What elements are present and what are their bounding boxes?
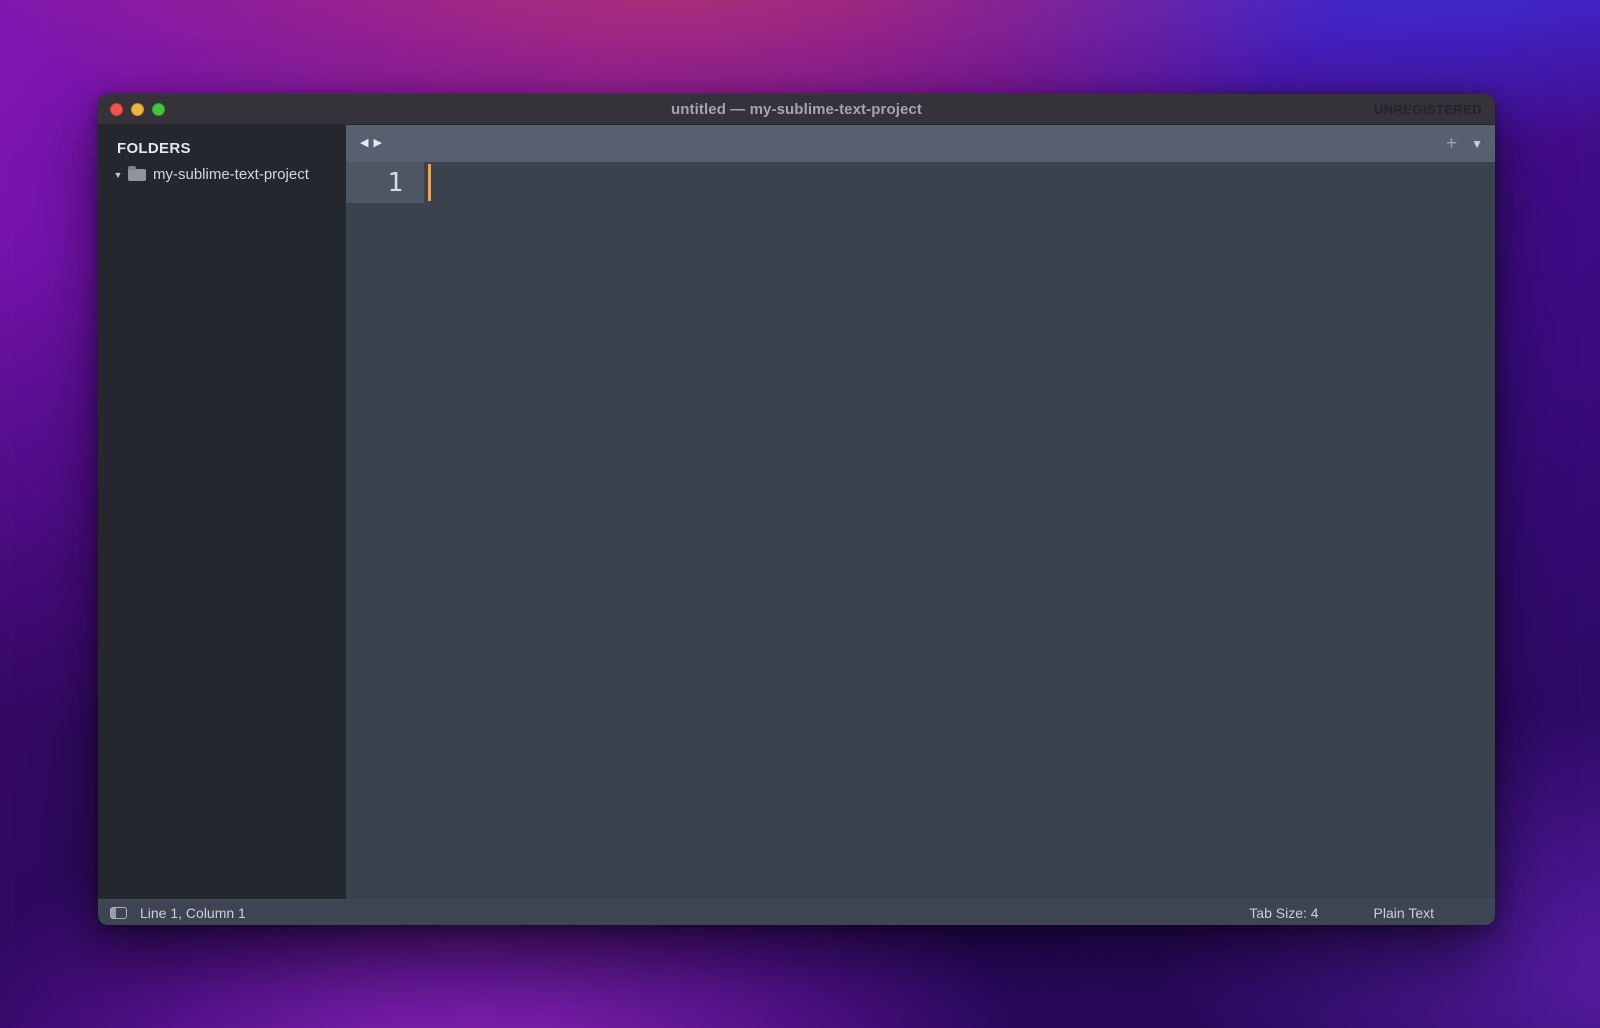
sidebar-item-project-folder[interactable]: ▼ my-sublime-text-project <box>111 166 346 183</box>
syntax-mode-indicator[interactable]: Plain Text <box>1374 905 1434 921</box>
close-button[interactable] <box>110 103 123 116</box>
tab-scroll-left-icon[interactable]: ◀ <box>360 138 368 149</box>
status-bar-left: Line 1, Column 1 <box>110 905 246 921</box>
window-title: untitled — my-sublime-text-project <box>98 101 1495 118</box>
editor-pane: ◀ ▶ + ▼ 1 <box>346 125 1495 899</box>
sublime-text-window: untitled — my-sublime-text-project UNREG… <box>98 94 1495 925</box>
new-tab-icon[interactable]: + <box>1446 134 1457 153</box>
traffic-light-controls <box>110 94 165 124</box>
license-status-label: UNREGISTERED <box>1374 94 1482 124</box>
zoom-button[interactable] <box>152 103 165 116</box>
status-bar: Line 1, Column 1 Tab Size: 4 Plain Text <box>98 899 1495 925</box>
tab-size-indicator[interactable]: Tab Size: 4 <box>1249 905 1318 921</box>
status-bar-right: Tab Size: 4 Plain Text <box>1249 905 1434 921</box>
tab-scroll-arrows: ◀ ▶ <box>360 138 382 149</box>
text-caret <box>428 164 431 201</box>
folder-name-label: my-sublime-text-project <box>153 166 309 183</box>
caret-position-label: Line 1, Column 1 <box>140 905 246 921</box>
disclosure-triangle-icon[interactable]: ▼ <box>111 170 125 180</box>
folder-icon <box>128 169 146 181</box>
minimize-button[interactable] <box>131 103 144 116</box>
line-number-gutter: 1 <box>346 162 424 203</box>
tab-bar: ◀ ▶ + ▼ <box>346 125 1495 162</box>
title-bar[interactable]: untitled — my-sublime-text-project UNREG… <box>98 94 1495 125</box>
folders-section-header: FOLDERS <box>117 140 346 157</box>
window-body: FOLDERS ▼ my-sublime-text-project ◀ ▶ + … <box>98 125 1495 899</box>
sidebar: FOLDERS ▼ my-sublime-text-project <box>98 125 346 899</box>
tab-scroll-right-icon[interactable]: ▶ <box>373 138 381 149</box>
tab-overflow-menu-icon[interactable]: ▼ <box>1471 138 1483 150</box>
tab-bar-actions: + ▼ <box>1446 134 1483 153</box>
editor-surface[interactable]: 1 <box>346 162 1495 899</box>
line-number: 1 <box>387 170 403 196</box>
sidebar-toggle-icon[interactable] <box>110 907 127 919</box>
